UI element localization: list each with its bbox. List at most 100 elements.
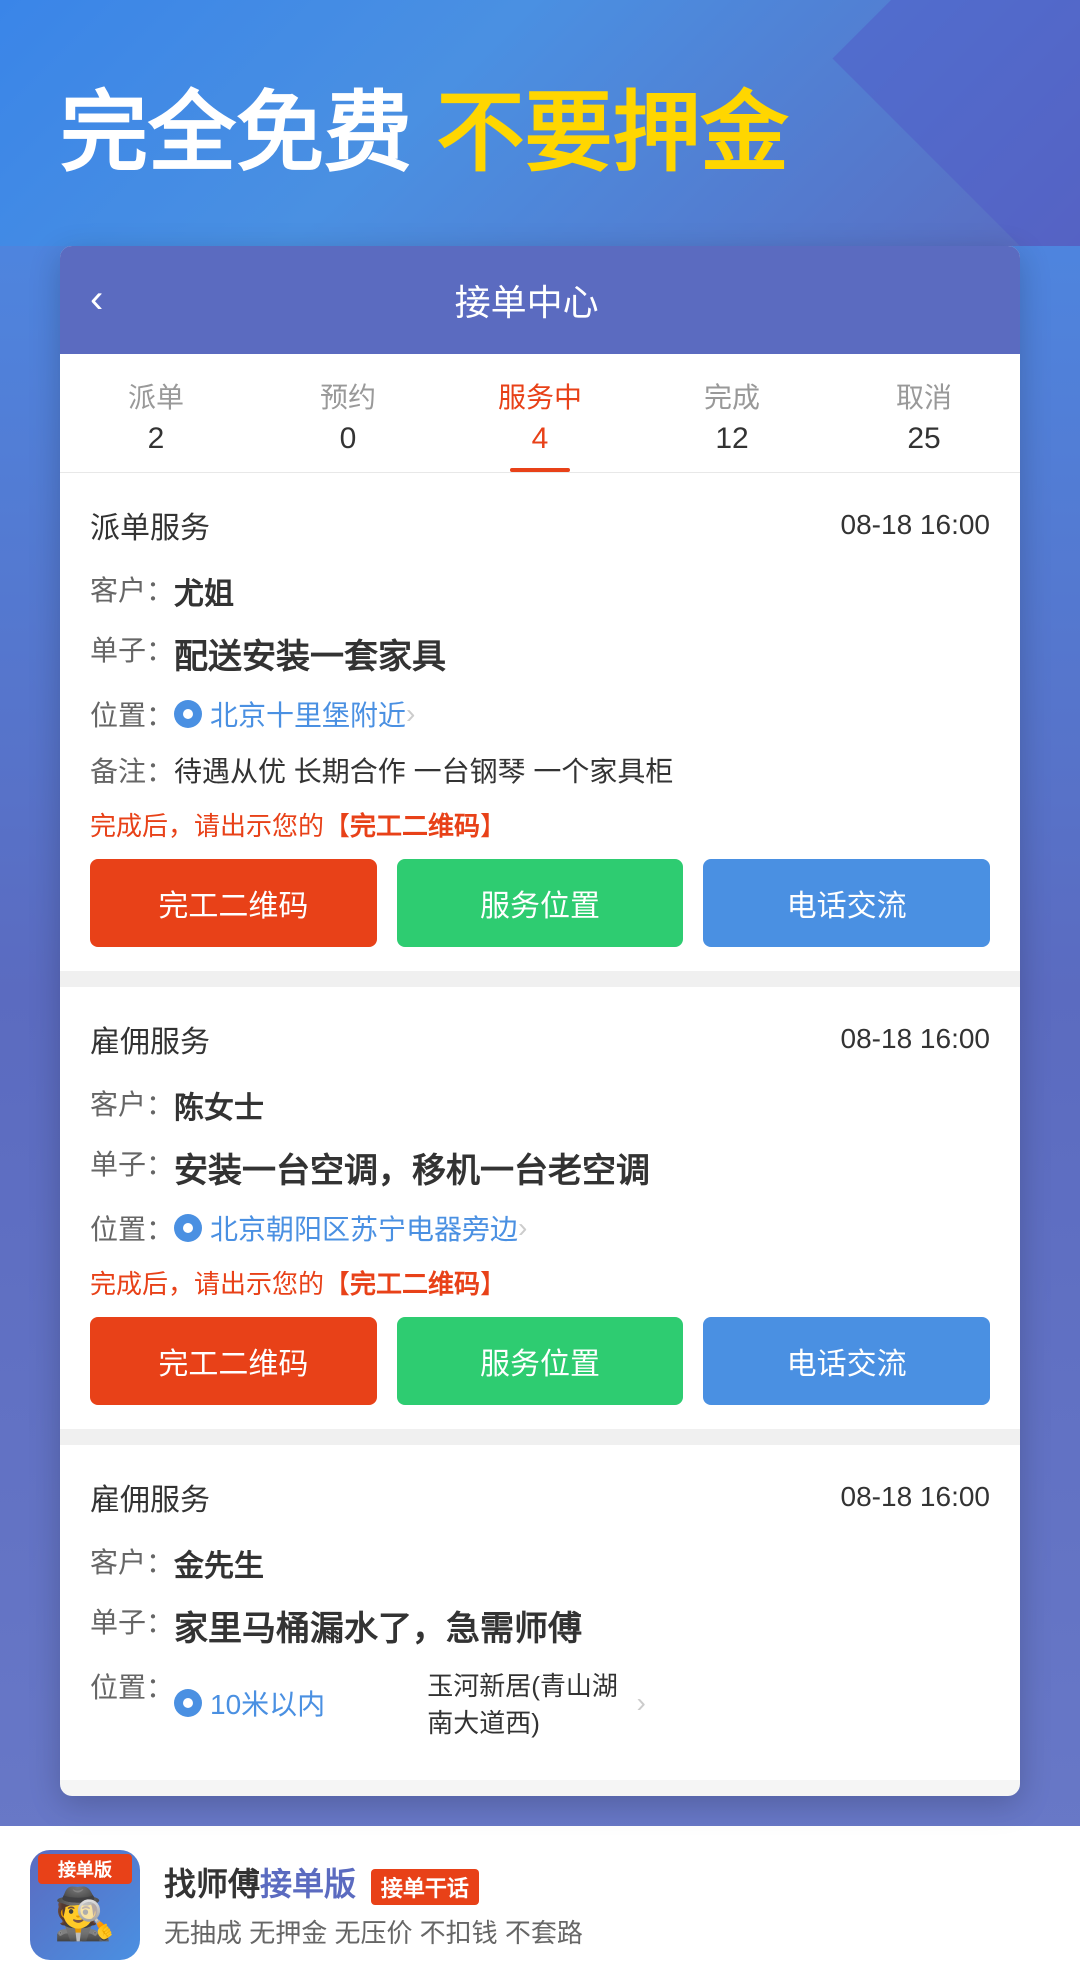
- bottom-ad-section: 接单版 🕵️ 找师傅接单版 接单干话 无抽成 无押金 无压价 不扣钱 不套路: [0, 1826, 1080, 1984]
- tab-completed-label: 完成: [704, 376, 760, 416]
- ad-content: 找师傅接单版 接单干话 无抽成 无押金 无压价 不扣钱 不套路: [164, 1859, 1050, 1950]
- action-buttons-1: 完工二维码 服务位置 电话交流: [90, 859, 990, 947]
- tab-reserved[interactable]: 预约 0: [252, 354, 444, 472]
- location-content-1[interactable]: 北京十里堡附近 ›: [174, 694, 415, 734]
- order-item-row-3: 单子： 家里马桶漏水了，急需师傅: [90, 1601, 990, 1650]
- order-location-row-1[interactable]: 位置： 北京十里堡附近 ›: [90, 694, 990, 734]
- order-card-1: 派单服务 08-18 16:00 客户： 尤姐 单子： 配送安装一套家具 位置：: [60, 473, 1020, 971]
- location-label-3: 位置：: [90, 1666, 174, 1706]
- order-time-3: 08-18 16:00: [841, 1481, 990, 1513]
- location-text-1: 北京十里堡附近: [210, 694, 406, 734]
- customer-label-3: 客户：: [90, 1541, 174, 1581]
- tab-cancelled-label: 取消: [896, 376, 952, 416]
- ad-banner: 接单版 🕵️ 找师傅接单版 接单干话 无抽成 无押金 无压价 不扣钱 不套路: [0, 1826, 1080, 1984]
- customer-label-2: 客户：: [90, 1083, 174, 1123]
- order-time-2: 08-18 16:00: [841, 1023, 990, 1055]
- completion-notice-1: 完成后，请出示您的【完工二维码】: [90, 806, 990, 843]
- order-list: 派单服务 08-18 16:00 客户： 尤姐 单子： 配送安装一套家具 位置：: [60, 473, 1020, 1780]
- tab-dispatched[interactable]: 派单 2: [60, 354, 252, 472]
- tab-dispatched-label: 派单: [128, 376, 184, 416]
- remark-value-1: 待遇从优 长期合作 一台钢琴 一个家具柜: [174, 750, 990, 790]
- tab-in-service-count: 4: [532, 422, 549, 456]
- btn-phone-1[interactable]: 电话交流: [703, 859, 990, 947]
- hero-title: 完全免费 不要押金: [60, 80, 1020, 186]
- tab-reserved-label: 预约: [320, 376, 376, 416]
- order-card-3: 雇佣服务 08-18 16:00 客户： 金先生 单子： 家里马桶漏水了，急需师…: [60, 1445, 1020, 1780]
- nav-bar: ‹ 接单中心: [60, 246, 1020, 354]
- hero-yellow-text: 不要押金: [436, 83, 788, 182]
- order-customer-row-3: 客户： 金先生: [90, 1541, 990, 1585]
- item-value-1: 配送安装一套家具: [174, 629, 990, 678]
- back-button[interactable]: ‹: [90, 277, 103, 322]
- ad-subtitle: 无抽成 无押金 无压价 不扣钱 不套路: [164, 1913, 1050, 1950]
- order-type-3: 雇佣服务: [90, 1475, 210, 1519]
- btn-qr-2[interactable]: 完工二维码: [90, 1317, 377, 1405]
- qr-link-2: 完工二维码: [350, 1269, 480, 1299]
- customer-value-1: 尤姐: [174, 569, 990, 613]
- location-text-2: 北京朝阳区苏宁电器旁边: [210, 1208, 518, 1248]
- tab-bar: 派单 2 预约 0 服务中 4 完成 12 取消 25: [60, 354, 1020, 473]
- order-type-1: 派单服务: [90, 503, 210, 547]
- order-header-3: 雇佣服务 08-18 16:00: [90, 1475, 990, 1519]
- btn-phone-2[interactable]: 电话交流: [703, 1317, 990, 1405]
- order-remark-row-1: 备注： 待遇从优 长期合作 一台钢琴 一个家具柜: [90, 750, 990, 790]
- tab-cancelled-count: 25: [907, 422, 940, 456]
- btn-location-1[interactable]: 服务位置: [397, 859, 684, 947]
- ad-badge: 接单干话: [371, 1869, 479, 1905]
- btn-qr-1[interactable]: 完工二维码: [90, 859, 377, 947]
- customer-label-1: 客户：: [90, 569, 174, 609]
- nav-title: 接单中心: [123, 274, 930, 326]
- location-content-3[interactable]: 10米以内 玉河新居(青山湖南大道西) ›: [174, 1666, 646, 1740]
- order-header-2: 雇佣服务 08-18 16:00: [90, 1017, 990, 1061]
- tab-dispatched-count: 2: [148, 422, 165, 456]
- tab-completed-count: 12: [715, 422, 748, 456]
- tab-in-service[interactable]: 服务中 4: [444, 354, 636, 472]
- location-label-1: 位置：: [90, 694, 174, 734]
- order-customer-row-1: 客户： 尤姐: [90, 569, 990, 613]
- completion-notice-2: 完成后，请出示您的【完工二维码】: [90, 1264, 990, 1301]
- location-arrow-2: ›: [518, 1212, 527, 1244]
- tab-in-service-label: 服务中: [498, 376, 582, 416]
- hero-white-text: 完全免费: [60, 83, 412, 182]
- ad-version: 接单版: [260, 1866, 356, 1902]
- location-icon-2: [174, 1214, 202, 1242]
- tab-cancelled[interactable]: 取消 25: [828, 354, 1020, 472]
- item-value-2: 安装一台空调，移机一台老空调: [174, 1143, 990, 1192]
- location-icon-1: [174, 700, 202, 728]
- tab-reserved-count: 0: [340, 422, 357, 456]
- hero-section: 完全免费 不要押金: [0, 0, 1080, 246]
- app-window: ‹ 接单中心 派单 2 预约 0 服务中 4 完成 12 取消 25: [60, 246, 1020, 1796]
- item-label-1: 单子：: [90, 629, 174, 669]
- order-item-row-1: 单子： 配送安装一套家具: [90, 629, 990, 678]
- order-header-1: 派单服务 08-18 16:00: [90, 503, 990, 547]
- location-prefix-3: 10米以内: [210, 1683, 419, 1723]
- location-text-3: 玉河新居(青山湖南大道西): [427, 1666, 636, 1740]
- item-value-3: 家里马桶漏水了，急需师傅: [174, 1601, 990, 1650]
- location-arrow-1: ›: [406, 698, 415, 730]
- order-type-2: 雇佣服务: [90, 1017, 210, 1061]
- btn-location-2[interactable]: 服务位置: [397, 1317, 684, 1405]
- ad-app-name: 找师傅: [164, 1866, 260, 1902]
- order-time-1: 08-18 16:00: [841, 509, 990, 541]
- order-card-2: 雇佣服务 08-18 16:00 客户： 陈女士 单子： 安装一台空调，移机一台…: [60, 987, 1020, 1429]
- ad-title: 找师傅接单版 接单干话: [164, 1859, 1050, 1905]
- remark-label-1: 备注：: [90, 750, 174, 790]
- ad-icon-label: 接单版: [38, 1854, 132, 1884]
- location-content-2[interactable]: 北京朝阳区苏宁电器旁边 ›: [174, 1208, 527, 1248]
- item-label-3: 单子：: [90, 1601, 174, 1641]
- order-location-row-2[interactable]: 位置： 北京朝阳区苏宁电器旁边 ›: [90, 1208, 990, 1248]
- order-customer-row-2: 客户： 陈女士: [90, 1083, 990, 1127]
- item-label-2: 单子：: [90, 1143, 174, 1183]
- order-item-row-2: 单子： 安装一台空调，移机一台老空调: [90, 1143, 990, 1192]
- location-icon-3: [174, 1689, 202, 1717]
- location-arrow-3: ›: [637, 1687, 646, 1719]
- order-location-row-3[interactable]: 位置： 10米以内 玉河新居(青山湖南大道西) ›: [90, 1666, 990, 1740]
- tab-completed[interactable]: 完成 12: [636, 354, 828, 472]
- ad-icon: 接单版 🕵️: [30, 1850, 140, 1960]
- qr-link-1: 完工二维码: [350, 811, 480, 841]
- location-label-2: 位置：: [90, 1208, 174, 1248]
- customer-value-2: 陈女士: [174, 1083, 990, 1127]
- ad-icon-face: 🕵️: [54, 1885, 116, 1944]
- customer-value-3: 金先生: [174, 1541, 990, 1585]
- action-buttons-2: 完工二维码 服务位置 电话交流: [90, 1317, 990, 1405]
